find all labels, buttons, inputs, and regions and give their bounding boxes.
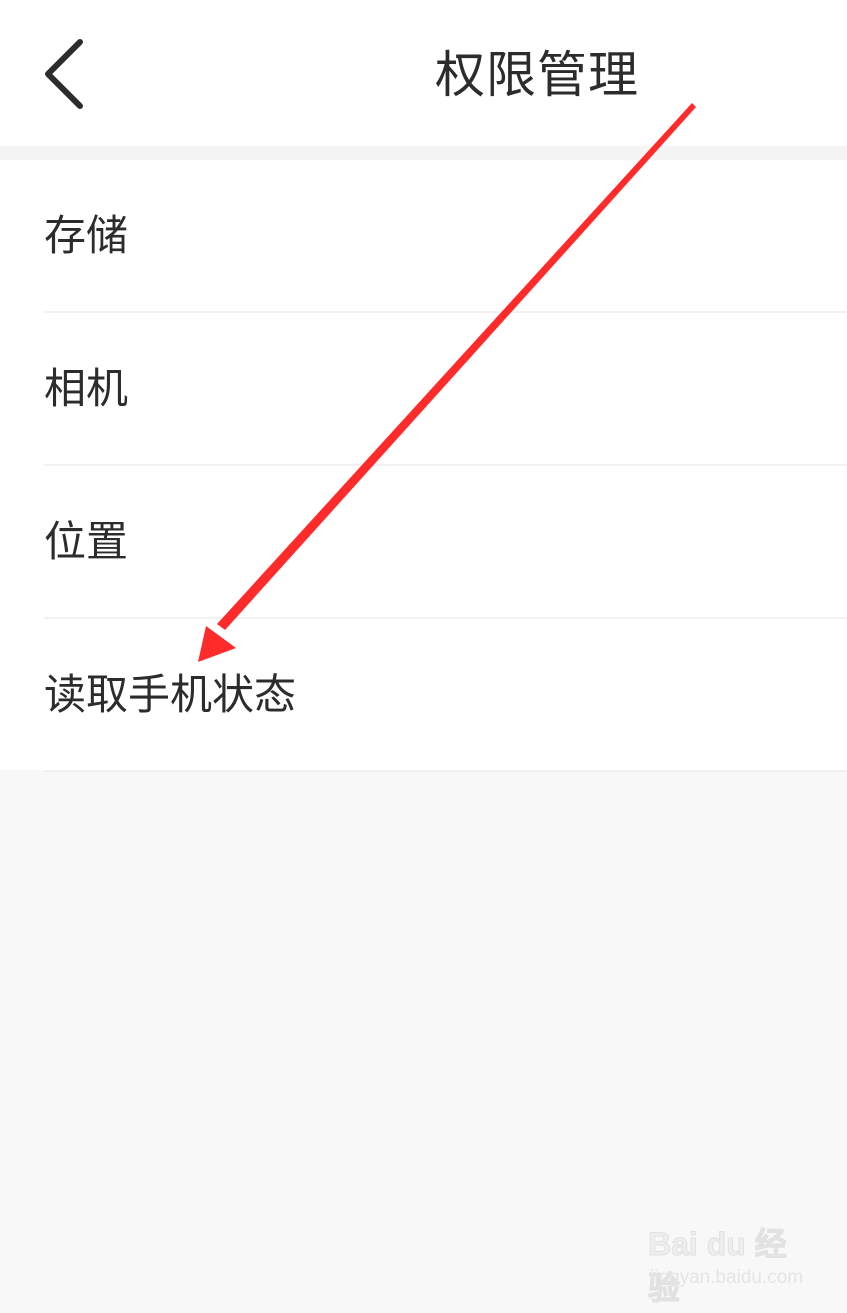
permission-label: 相机	[44, 364, 129, 413]
permission-label: 位置	[44, 517, 129, 566]
permission-item-location[interactable]: 位置	[0, 466, 847, 618]
watermark: Bai du 经验 jingyan.baidu.com	[648, 1222, 818, 1307]
permission-list: 存储 相机 位置 读取手机状态	[0, 160, 847, 772]
permission-item-storage[interactable]: 存储	[0, 160, 847, 312]
divider	[44, 770, 847, 772]
permission-item-phone-state[interactable]: 读取手机状态	[0, 619, 847, 771]
page-title: 权限管理	[435, 46, 639, 104]
watermark-url: jingyan.baidu.com	[650, 1267, 804, 1288]
permission-label: 读取手机状态	[44, 670, 297, 719]
header-bar: 权限管理	[0, 0, 847, 146]
permission-item-camera[interactable]: 相机	[0, 313, 847, 465]
permission-label: 存储	[44, 211, 129, 260]
section-gap	[0, 146, 847, 160]
